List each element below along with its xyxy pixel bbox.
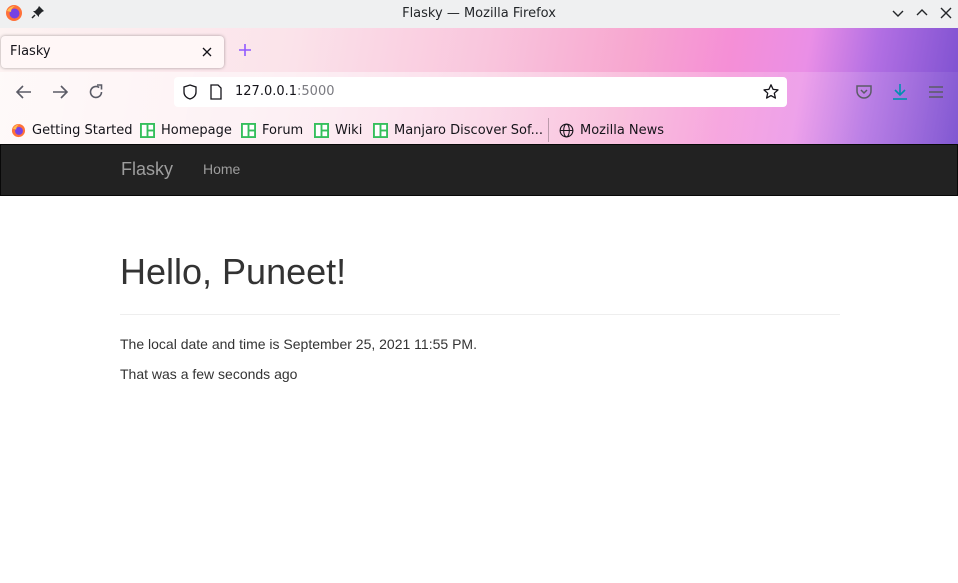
minimize-icon[interactable] [890,5,906,21]
reload-icon[interactable] [86,82,106,102]
tab-title: Flasky [10,44,51,59]
back-icon[interactable] [14,82,34,102]
bookmark-star-icon[interactable] [762,83,780,101]
url-host: 127.0.0.1 [235,84,298,99]
page-heading: Hello, Puneet! [120,251,347,292]
new-tab-icon[interactable] [236,41,254,59]
manjaro-icon [373,122,388,138]
heading-divider [120,314,840,315]
firefox-icon [11,123,26,137]
page-icon[interactable] [209,84,223,100]
bookmark-wiki[interactable]: Wiki [314,120,362,140]
manjaro-icon [314,122,329,138]
bookmark-label: Manjaro Discover Sof... [394,122,544,138]
downloads-icon[interactable] [890,82,910,102]
bookmark-label: Mozilla News [580,122,665,138]
bookmark-label: Wiki [335,122,363,138]
relative-time-text: That was a few seconds ago [120,366,298,382]
bookmarks-toolbar: Getting Started Homepage Forum Wiki Manj… [0,118,958,142]
close-window-icon[interactable] [938,5,954,21]
window-title: Flasky — Mozilla Firefox [402,6,556,21]
menu-icon[interactable] [926,82,946,102]
bookmarks-separator [548,118,549,142]
window-titlebar: Flasky — Mozilla Firefox [0,0,958,28]
bookmark-mozilla-news[interactable]: Mozilla News [559,120,664,140]
tab-flasky[interactable]: Flasky [1,36,224,68]
nav-link-home[interactable]: Home [203,161,240,177]
bookmark-forum[interactable]: Forum [241,120,303,140]
close-tab-icon[interactable] [200,45,214,59]
manjaro-icon [140,122,155,138]
browser-toolbar: Flasky 127.0.0.1:5000 Getting Started Ho… [0,28,958,144]
shield-icon[interactable] [182,84,198,100]
manjaro-icon [241,122,256,138]
bookmark-label: Getting Started [32,122,133,138]
forward-icon[interactable] [50,82,70,102]
maximize-icon[interactable] [914,5,930,21]
address-bar[interactable]: 127.0.0.1:5000 [174,77,787,107]
site-navbar: Flasky Home [0,144,958,196]
bookmark-manjaro-discover[interactable]: Manjaro Discover Sof... [373,120,543,140]
url-text[interactable]: 127.0.0.1:5000 [235,84,335,99]
url-port: :5000 [297,84,335,99]
bookmark-label: Homepage [161,122,232,138]
bookmark-label: Forum [262,122,304,138]
bookmark-homepage[interactable]: Homepage [140,120,232,140]
pocket-icon[interactable] [854,82,874,102]
globe-icon [559,123,574,137]
local-datetime-text: The local date and time is September 25,… [120,336,477,352]
bookmark-getting-started[interactable]: Getting Started [11,120,133,140]
navbar-brand[interactable]: Flasky [121,159,173,180]
